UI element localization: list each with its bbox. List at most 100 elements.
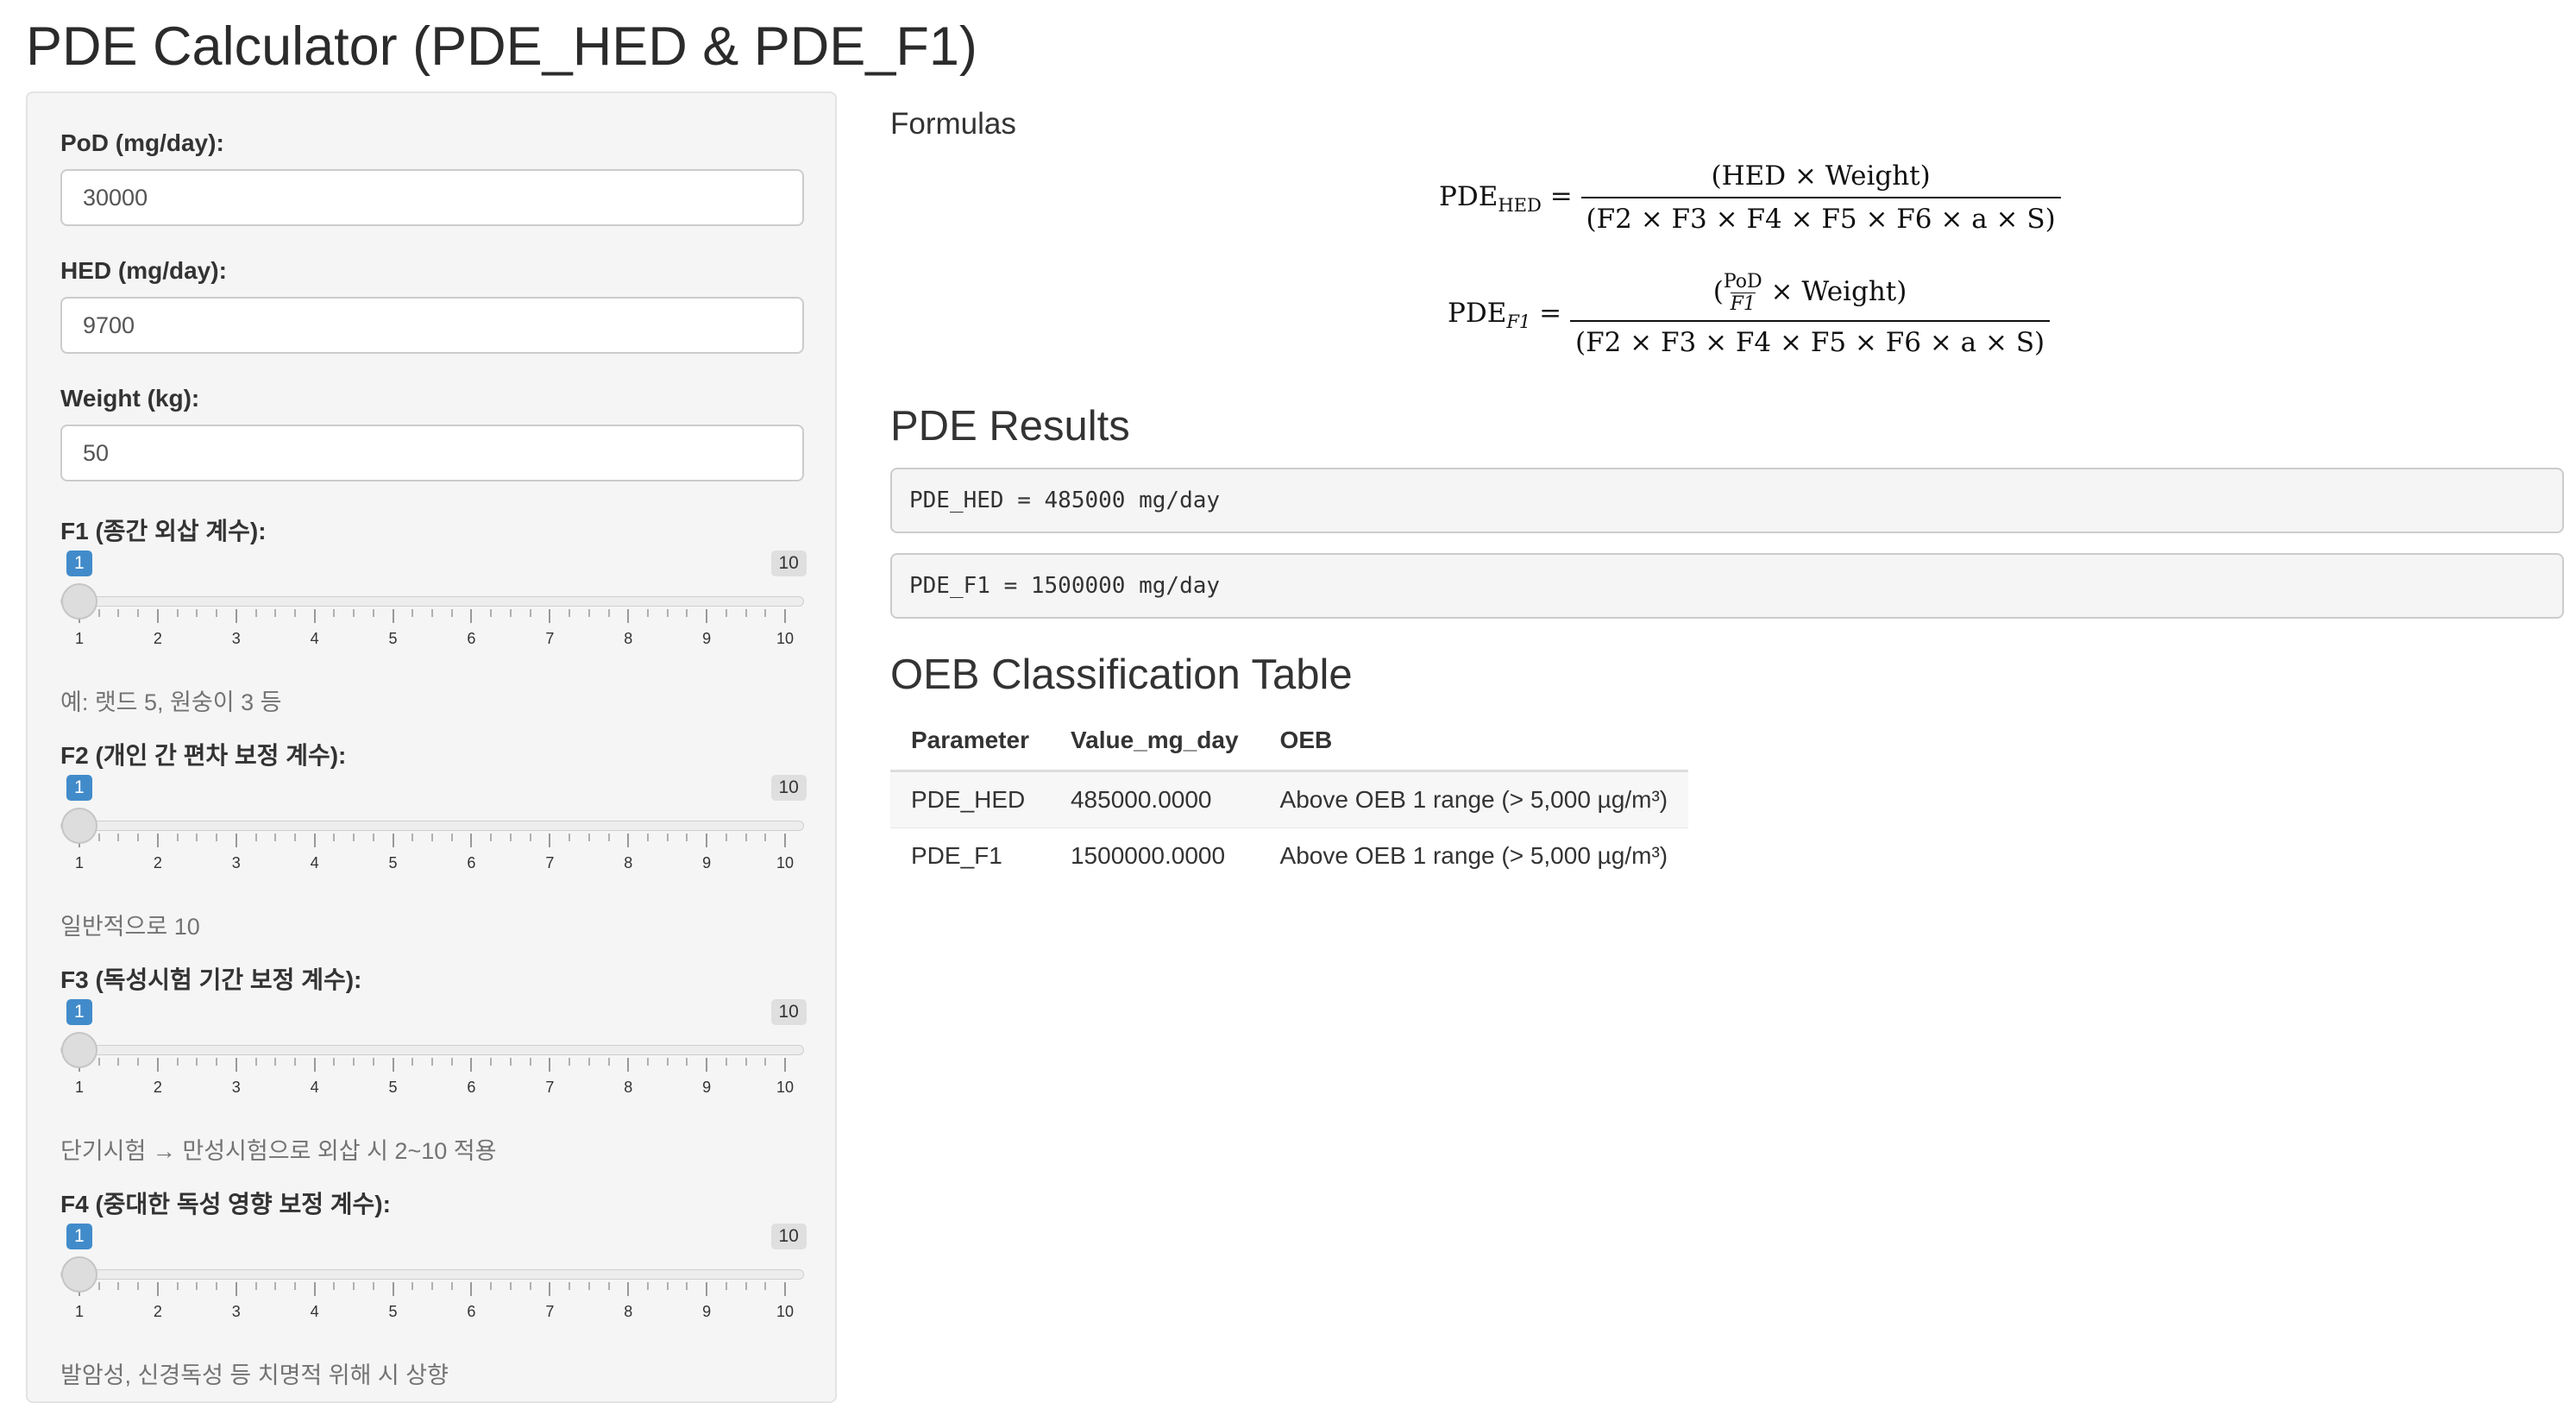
table-cell-oeb: Above OEB 1 range (> 5,000 µg/m³) — [1259, 771, 1689, 828]
slider-max-value: 10 — [770, 1224, 807, 1249]
slider-tick-label: 2 — [153, 1303, 162, 1320]
slider-tick-major — [156, 1058, 159, 1072]
slider-track[interactable] — [60, 821, 804, 831]
slider-tick-minor — [666, 1282, 669, 1290]
slider-tick-major — [549, 1282, 551, 1296]
slider-tick-minor — [274, 1282, 277, 1290]
pde-hed-lhs: PDE — [1439, 180, 1498, 212]
slider-tick-minor — [686, 1058, 688, 1066]
slider-tick-minor — [176, 609, 179, 617]
slider-tick-minor — [97, 1058, 100, 1066]
slider-tick-minor — [450, 1058, 453, 1066]
slider-track[interactable] — [60, 1045, 804, 1055]
slider-tick-minor — [137, 1282, 140, 1290]
slider-tick-major — [392, 1058, 394, 1072]
slider-tick-major — [392, 609, 394, 623]
slider-tick-minor — [117, 1058, 120, 1066]
f3-slider[interactable]: 1 2 3 4 5 6 7 8 9 10 1 10 — [60, 999, 807, 1103]
slider-tick-minor — [490, 609, 493, 617]
slider-tick-minor — [117, 834, 120, 841]
slider-tick-label: 7 — [545, 1079, 555, 1096]
slider-tick-minor — [254, 1058, 257, 1066]
slider-tick-minor — [176, 834, 179, 841]
slider-tick-label: 5 — [388, 1303, 398, 1320]
slider-handle[interactable] — [61, 583, 97, 620]
slider-tick-label: 7 — [545, 1303, 555, 1320]
weight-input[interactable] — [60, 425, 804, 481]
pde-f1-subscript: F1 — [1506, 311, 1531, 333]
pod-label: PoD (mg/day): — [60, 129, 224, 156]
slider-tick-label: 1 — [74, 630, 84, 647]
f4-slider[interactable]: 1 2 3 4 5 6 7 8 9 10 1 10 — [60, 1224, 807, 1327]
slider-handle[interactable] — [61, 808, 97, 844]
slider-tick-label: 2 — [153, 630, 162, 647]
slider-handle[interactable] — [61, 1032, 97, 1068]
slider-tick-minor — [764, 834, 767, 841]
slider-tick-minor — [569, 1282, 571, 1290]
slider-tick-minor — [293, 834, 296, 841]
slider-tick-minor — [646, 1282, 649, 1290]
slider-tick-minor — [117, 609, 120, 617]
slider-tick-major — [235, 1058, 237, 1072]
slider-tick-major — [313, 834, 316, 847]
slider-tick-minor — [529, 609, 531, 617]
slider-tick-minor — [450, 1282, 453, 1290]
hed-input[interactable] — [60, 297, 804, 354]
slider-tick-label: 1 — [74, 1079, 84, 1096]
slider-tick-minor — [745, 834, 747, 841]
slider-handle[interactable] — [61, 1256, 97, 1293]
slider-tick-major — [784, 834, 786, 847]
slider-tick-minor — [274, 609, 277, 617]
slider-tick-label: 10 — [776, 1079, 795, 1096]
slider-tick-label: 6 — [467, 854, 476, 871]
slider-tick-minor — [333, 1058, 336, 1066]
table-row: PDE_F1 1500000.0000 Above OEB 1 range (>… — [890, 827, 1689, 884]
f1-slider[interactable]: 1 2 3 4 5 6 7 8 9 10 1 10 — [60, 551, 807, 654]
table-cell-value: 485000.0000 — [1049, 771, 1260, 828]
slider-track[interactable] — [60, 596, 804, 607]
slider-tick-minor — [196, 609, 198, 617]
slider-tick-label: 7 — [545, 854, 555, 871]
pde-hed-result: PDE_HED = 485000 mg/day — [890, 468, 2564, 533]
f2-slider[interactable]: 1 2 3 4 5 6 7 8 9 10 1 10 — [60, 775, 807, 878]
slider-max-value: 10 — [770, 551, 807, 576]
slider-tick-minor — [646, 834, 649, 841]
slider-tick-minor — [725, 609, 727, 617]
slider-current-value: 1 — [66, 1224, 92, 1249]
slider-tick-minor — [196, 834, 198, 841]
pod-input[interactable] — [60, 169, 804, 226]
pde-f1-formula: PDEF1 = (PoD F1 × Weight) (F2 × F3 × F4 ×… — [1448, 271, 2051, 358]
slider-current-value: 1 — [66, 999, 92, 1025]
slider-tick-label: 10 — [776, 630, 795, 647]
slider-tick-label: 6 — [467, 630, 476, 647]
pde-f1-f1: F1 — [1730, 293, 1756, 315]
slider-tick-major — [392, 834, 394, 847]
table-cell-parameter: PDE_HED — [890, 771, 1050, 828]
slider-tick-minor — [216, 1058, 218, 1066]
slider-tick-minor — [490, 1058, 493, 1066]
slider-tick-major — [784, 609, 786, 623]
slider-track[interactable] — [60, 1269, 804, 1280]
f3-help-text: 단기시험 → 만성시험으로 외삽 시 2~10 적용 — [60, 1138, 497, 1164]
slider-tick-major — [313, 609, 316, 623]
slider-tick-minor — [216, 609, 218, 617]
slider-tick-minor — [137, 609, 140, 617]
slider-tick-minor — [274, 1058, 277, 1066]
slider-tick-minor — [745, 1058, 747, 1066]
slider-tick-minor — [490, 1282, 493, 1290]
slider-tick-minor — [686, 1282, 688, 1290]
slider-tick-minor — [97, 609, 100, 617]
slider-tick-minor — [137, 1058, 140, 1066]
slider-tick-major — [627, 834, 630, 847]
slider-tick-label: 4 — [310, 630, 319, 647]
pde-f1-denominator: (F2 × F3 × F4 × F5 × F6 × a × S) — [1569, 320, 2051, 358]
page-title: PDE Calculator (PDE_HED & PDE_F1) — [26, 16, 977, 77]
slider-tick-label: 4 — [310, 854, 319, 871]
slider-tick-label: 5 — [388, 1079, 398, 1096]
slider-tick-label: 7 — [545, 630, 555, 647]
table-cell-oeb: Above OEB 1 range (> 5,000 µg/m³) — [1259, 827, 1689, 884]
slider-tick-minor — [569, 834, 571, 841]
table-header-row: Parameter Value_mg_day OEB — [890, 711, 1689, 772]
weight-label: Weight (kg): — [60, 385, 200, 412]
slider-tick-minor — [607, 1282, 610, 1290]
